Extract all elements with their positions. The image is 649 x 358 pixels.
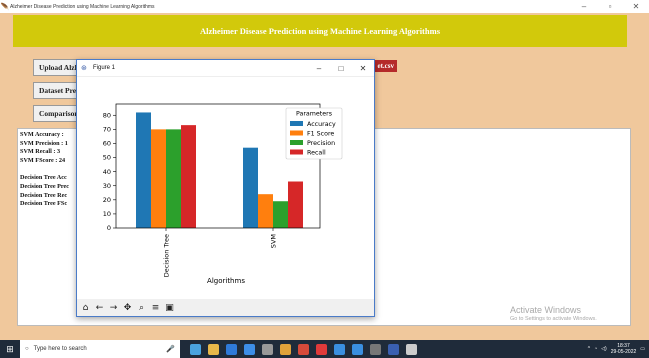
bar <box>181 125 196 228</box>
taskbar-app-icon[interactable] <box>190 343 201 355</box>
figure-close-button[interactable]: ✕ <box>352 64 374 73</box>
taskbar-app-icon[interactable] <box>316 343 327 355</box>
taskbar-app-icon[interactable] <box>388 343 399 355</box>
app-banner: Alzheimer Disease Prediction using Machi… <box>13 15 627 47</box>
taskbar-search-box[interactable]: ○ Type here to search 🎤 <box>20 340 180 358</box>
home-icon[interactable]: ⌂ <box>80 303 91 313</box>
taskbar-app-icon[interactable] <box>298 343 309 355</box>
y-tick-label: 80 <box>103 111 111 119</box>
notifications-icon[interactable]: ▭ <box>640 346 645 352</box>
taskbar-app-icon[interactable] <box>244 343 255 355</box>
forward-icon[interactable]: → <box>108 303 119 313</box>
network-icon[interactable]: ◔ <box>594 346 597 352</box>
y-tick-label: 10 <box>103 210 111 218</box>
back-icon[interactable]: ← <box>94 303 105 313</box>
y-tick-label: 50 <box>103 154 111 162</box>
taskbar-app-icon[interactable] <box>370 343 381 355</box>
y-tick-label: 30 <box>103 182 111 190</box>
y-tick-label: 0 <box>107 224 111 232</box>
bar <box>258 194 273 228</box>
figure-minimize-button[interactable]: – <box>308 64 330 73</box>
tray-chevron-icon[interactable]: ^ <box>588 346 590 352</box>
figure-maximize-button[interactable]: □ <box>330 64 352 73</box>
legend-swatch <box>290 121 303 126</box>
x-axis-label: Algorithms <box>207 277 245 285</box>
legend-label: Recall <box>307 149 326 156</box>
legend-swatch <box>290 140 303 145</box>
x-tick-label: Decision Tree <box>163 234 171 277</box>
activate-line1: Activate Windows <box>510 305 582 315</box>
app-title-bar: 🪶 Alzheimer Disease Prediction using Mac… <box>0 0 649 13</box>
volume-icon[interactable]: ◁) <box>601 346 607 352</box>
figure-toolbar: ⌂ ← → ✥ ⌕ ≡ ▣ <box>77 299 374 316</box>
taskbar-app-icon[interactable] <box>406 343 417 355</box>
taskbar-app-icon[interactable] <box>208 343 219 355</box>
legend-swatch <box>290 149 303 155</box>
feather-icon: 🪶 <box>0 3 10 11</box>
bar <box>136 112 151 228</box>
taskbar-clock[interactable]: 18:37 29-05-2022 <box>611 343 637 355</box>
y-tick-label: 20 <box>103 196 111 204</box>
comparison-bar-chart: Decision Tree SVM 0 10 20 30 40 50 60 70 80 Algorit… <box>77 77 374 299</box>
y-tick-label: 40 <box>103 168 111 176</box>
taskbar-app-icon[interactable] <box>334 343 345 355</box>
zoom-icon[interactable]: ⌕ <box>136 303 147 313</box>
figure-title: Figure 1 <box>93 65 116 71</box>
y-tick-label: 60 <box>103 140 111 148</box>
bar <box>288 181 303 228</box>
taskbar-app-icon[interactable] <box>262 343 273 355</box>
activate-windows-watermark: Activate Windows Go to Settings to activ… <box>510 305 597 322</box>
microphone-icon[interactable]: 🎤 <box>166 345 175 353</box>
close-button[interactable]: ✕ <box>623 2 649 11</box>
pan-icon[interactable]: ✥ <box>122 303 133 313</box>
maximize-button[interactable]: ▫ <box>597 2 623 11</box>
clock-date: 29-05-2022 <box>610 349 637 355</box>
taskbar-app-icon[interactable] <box>352 343 363 355</box>
activate-line2: Go to Settings to activate Windows. <box>510 316 597 322</box>
y-tick-label: 70 <box>103 126 111 134</box>
bar <box>166 129 181 228</box>
app-window-title: Alzheimer Disease Prediction using Machi… <box>10 3 155 10</box>
legend-label: Precision <box>307 140 335 147</box>
legend-swatch <box>290 130 303 136</box>
windows-start-icon[interactable]: ⊞ <box>0 344 20 355</box>
minimize-button[interactable]: – <box>571 2 597 11</box>
legend-title: Parameters <box>296 111 332 118</box>
legend-label: F1 Score <box>307 130 334 137</box>
configure-icon[interactable]: ≡ <box>150 303 161 313</box>
taskbar-app-icon[interactable] <box>226 343 237 355</box>
banner-title: Alzheimer Disease Prediction using Machi… <box>199 26 441 36</box>
save-icon[interactable]: ▣ <box>164 303 175 313</box>
bar <box>273 201 288 228</box>
search-placeholder: Type here to search <box>33 346 87 352</box>
x-tick-label: SVM <box>270 234 278 248</box>
figure-window: ⊛ Figure 1 – □ ✕ Decision Tree SVM 0 10 20 30… <box>76 59 375 317</box>
legend-label: Accuracy <box>307 121 336 128</box>
figure-title-bar: ⊛ Figure 1 – □ ✕ <box>77 60 374 77</box>
bar <box>243 147 258 228</box>
taskbar: ⊞ ○ Type here to search 🎤 ^ ◔ ◁) 18:37 2… <box>0 340 649 358</box>
bar <box>151 129 166 228</box>
taskbar-app-icon[interactable] <box>280 343 291 355</box>
system-tray: ^ ◔ ◁) 18:37 29-05-2022 ▭ <box>588 343 649 355</box>
figure-app-icon: ⊛ <box>81 65 87 72</box>
taskbar-apps <box>180 343 417 355</box>
search-icon: ○ <box>25 346 29 352</box>
